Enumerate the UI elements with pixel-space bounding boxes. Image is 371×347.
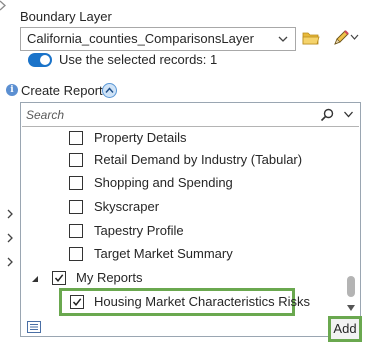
report-search-input[interactable] (26, 106, 306, 123)
my-reports-checkbox[interactable] (52, 271, 66, 285)
info-icon[interactable]: i (6, 84, 18, 96)
report-search-bar (22, 104, 359, 127)
panel-footer (21, 317, 360, 336)
browse-folder-icon[interactable] (302, 30, 320, 46)
report-checkbox[interactable] (69, 153, 83, 167)
collapse-section-button[interactable] (102, 83, 117, 98)
side-expand-arrow-icon[interactable] (6, 257, 14, 267)
report-checkbox[interactable] (69, 176, 83, 190)
list-view-icon[interactable] (27, 321, 41, 333)
report-item-label: Property Details (94, 130, 187, 145)
scrollbar-thumb[interactable] (347, 276, 355, 297)
collapse-group-arrow-icon[interactable] (31, 275, 39, 283)
report-item-label: Tapestry Profile (94, 223, 184, 238)
search-icon[interactable] (320, 108, 334, 122)
report-checkbox[interactable] (70, 295, 84, 309)
boundary-layer-dropdown[interactable]: California_counties_ComparisonsLayer (20, 27, 296, 51)
add-button[interactable]: Add (328, 316, 362, 342)
report-item-label: Housing Market Characteristics Risks (94, 294, 311, 309)
report-checkbox[interactable] (69, 224, 83, 238)
scroll-down-arrow-icon[interactable] (346, 304, 356, 312)
boundary-layer-label: Boundary Layer (20, 9, 112, 24)
use-selected-toggle[interactable] (28, 53, 52, 67)
my-reports-label: My Reports (76, 270, 143, 285)
chevron-down-icon (278, 36, 288, 42)
create-reports-label: Create Reports (21, 83, 110, 98)
boundary-layer-value: California_counties_ComparisonsLayer (27, 31, 254, 46)
report-item-label: Skyscraper (94, 199, 160, 214)
panel-edge-chevron-icon[interactable] (0, 0, 6, 11)
side-expand-arrow-icon[interactable] (6, 209, 14, 219)
pencil-dropdown-chevron-icon[interactable] (350, 33, 359, 41)
sketch-pencil-icon[interactable] (330, 27, 352, 49)
report-checkbox[interactable] (69, 247, 83, 261)
search-options-chevron-icon[interactable] (343, 110, 354, 119)
highlighted-report-item[interactable]: Housing Market Characteristics Risks (59, 288, 310, 316)
use-selected-label: Use the selected records: 1 (59, 52, 218, 67)
chevron-up-icon (105, 87, 114, 93)
checkmark-icon (54, 274, 64, 282)
report-item-label: Shopping and Spending (94, 175, 233, 190)
side-expand-arrow-icon[interactable] (6, 233, 14, 243)
checkmark-icon (72, 298, 82, 306)
report-checkbox[interactable] (69, 200, 83, 214)
report-item-label: Retail Demand by Industry (Tabular) (94, 152, 303, 167)
report-item-label: Target Market Summary (94, 246, 233, 261)
report-checkbox[interactable] (69, 131, 83, 145)
